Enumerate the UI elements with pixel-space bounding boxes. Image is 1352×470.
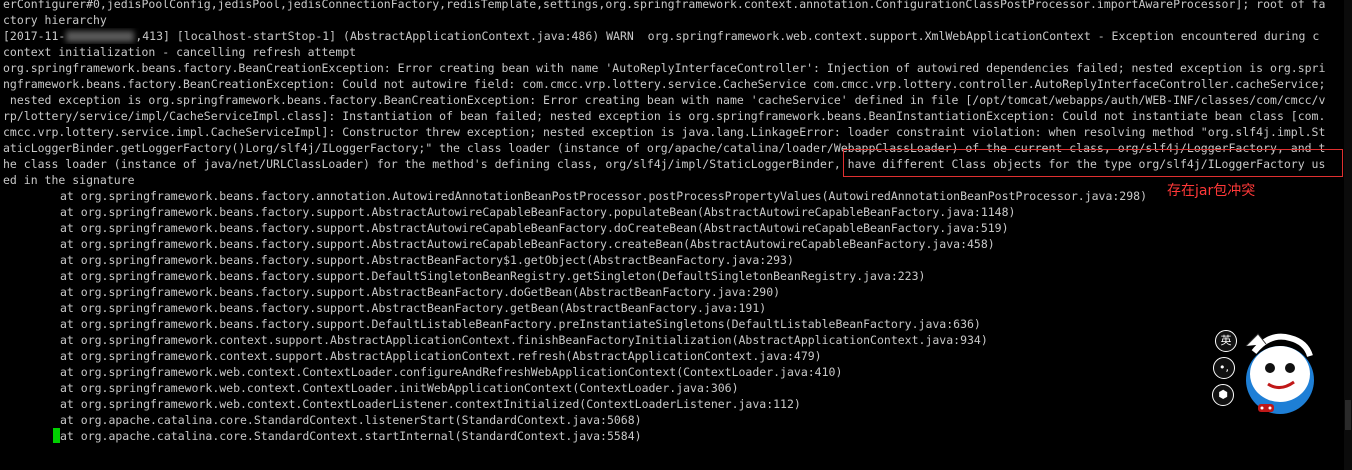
stack-trace-line: at org.springframework.web.context.Conte…	[60, 365, 843, 379]
stack-trace-line: at org.springframework.context.support.A…	[60, 333, 988, 347]
warn-log-line: [2017-11- ,413] [localhost-startStop-1] (…	[3, 28, 1341, 44]
terminal-line: org.springframework.beans.factory.BeanCr…	[3, 61, 1326, 75]
terminal-line: ctory hierarchy	[3, 13, 107, 27]
terminal-cursor	[53, 428, 60, 443]
stack-trace-line: at org.springframework.beans.factory.sup…	[60, 301, 767, 315]
stack-trace-line: at org.springframework.context.support.A…	[60, 349, 822, 363]
punctuation-toggle-button[interactable]: •,	[1213, 357, 1235, 379]
skin-toggle-button[interactable]: ⬢	[1212, 384, 1234, 406]
stack-trace-line: at org.springframework.beans.factory.sup…	[60, 253, 794, 267]
redacted-timestamp	[66, 31, 135, 42]
annotation-label: 存在jar包冲突	[1167, 183, 1256, 199]
terminal-line: cmcc.vrp.lottery.service.impl.CacheServi…	[3, 125, 1326, 139]
terminal-line: rp/lottery/service/impl/CacheServiceImpl…	[3, 109, 1326, 123]
stack-trace-line: at org.apache.catalina.core.StandardCont…	[60, 413, 642, 427]
stack-trace-line: at org.springframework.web.context.Conte…	[60, 397, 801, 411]
terminal-line: context initialization - cancelling refr…	[3, 45, 357, 59]
floating-mascot-widget[interactable]: 英 •, ⬢	[1210, 322, 1322, 418]
terminal-line: nested exception is org.springframework.…	[3, 93, 1326, 107]
terminal-window[interactable]: erConfigurer#0,jedisPoolConfig,jedisPool…	[0, 0, 1352, 470]
highlight-annotation-box	[843, 149, 1343, 177]
scrollbar-thumb[interactable]	[1345, 400, 1351, 430]
warn-message: ,413] [localhost-startStop-1] (AbstractA…	[135, 29, 1320, 43]
stack-trace-line: at org.springframework.web.context.Conte…	[60, 381, 739, 395]
stack-trace-line: at org.springframework.beans.factory.sup…	[60, 317, 981, 331]
terminal-output: erConfigurer#0,jedisPoolConfig,jedisPool…	[3, 0, 1341, 444]
stack-trace-line: at org.springframework.beans.factory.sup…	[60, 269, 926, 283]
vertical-scrollbar[interactable]	[1344, 0, 1352, 470]
stack-trace-line: at org.springframework.beans.factory.sup…	[60, 205, 1016, 219]
terminal-line: ngframework.beans.factory.BeanCreationEx…	[3, 77, 1326, 91]
language-toggle-button[interactable]: 英	[1215, 330, 1237, 352]
stack-trace-line: at org.springframework.beans.factory.ann…	[60, 189, 1148, 203]
stack-trace-line: at org.springframework.beans.factory.sup…	[60, 285, 781, 299]
stack-trace-line: at org.apache.catalina.core.StandardCont…	[60, 429, 642, 443]
stack-trace-line: at org.springframework.beans.factory.sup…	[60, 237, 995, 251]
stack-trace-line: at org.springframework.beans.factory.sup…	[60, 221, 1009, 235]
mascot-icon[interactable]	[1240, 322, 1320, 418]
warn-timestamp-prefix: [2017-11-	[3, 29, 66, 43]
terminal-line: erConfigurer#0,jedisPoolConfig,jedisPool…	[3, 0, 1326, 11]
